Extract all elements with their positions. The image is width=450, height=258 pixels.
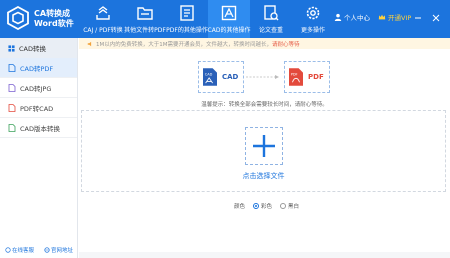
app-title: CA转换成 Word软件 bbox=[34, 9, 74, 29]
sidebar-header: CAD转换 bbox=[0, 38, 77, 58]
gear-icon bbox=[306, 6, 320, 20]
target-format-label: PDF bbox=[308, 73, 324, 81]
nav-label: PDF的其他操作 bbox=[166, 27, 208, 34]
pdf-file-icon: PDF bbox=[289, 68, 303, 86]
nav-label: CAD的其他操作 bbox=[207, 27, 251, 34]
app-logo-icon bbox=[6, 5, 30, 31]
color-radio-bw[interactable] bbox=[280, 203, 287, 209]
source-format-label: CAD bbox=[222, 73, 239, 81]
nav-label: 更多操作 bbox=[300, 27, 325, 34]
online-service-label: 在线客服 bbox=[11, 248, 34, 254]
sidebar-footer: 在线客服 官网地址 bbox=[0, 246, 78, 254]
folder-icon bbox=[137, 7, 153, 20]
color-option-bw-label[interactable]: 黑白 bbox=[288, 202, 299, 210]
headset-icon bbox=[5, 247, 11, 253]
sidebar-item-label: PDF转CAD bbox=[20, 104, 54, 113]
globe-icon bbox=[44, 247, 50, 253]
svg-text:CAD: CAD bbox=[205, 72, 213, 76]
file-drop-area[interactable]: 点击选择文件 bbox=[81, 110, 446, 192]
app-title-line2: Word软件 bbox=[34, 19, 74, 28]
pdf-file-icon bbox=[8, 103, 16, 112]
personal-center-link[interactable]: 个人中心 bbox=[334, 12, 370, 22]
sidebar-header-label: CAD转换 bbox=[19, 45, 46, 53]
cad-icon bbox=[221, 5, 237, 21]
app-title-line1: CA转换成 bbox=[34, 9, 71, 18]
svg-text:PDF: PDF bbox=[291, 72, 298, 76]
color-option-colored-label[interactable]: 彩色 bbox=[261, 202, 272, 210]
nav-more-ops[interactable]: 更多操作 bbox=[292, 0, 334, 38]
target-format-box: PDF PDF bbox=[284, 61, 330, 93]
notice-highlight: 请耐心等待 bbox=[272, 41, 300, 48]
file-icon bbox=[8, 63, 16, 72]
sidebar-item-label: CAD转JPG bbox=[20, 84, 52, 93]
version-icon bbox=[8, 123, 16, 132]
nav-caj-pdf-convert[interactable]: CAJ / PDF转换 bbox=[82, 0, 124, 38]
color-option-row: 颜色 彩色 黑白 bbox=[234, 202, 299, 210]
grid-icon bbox=[8, 44, 15, 52]
minimize-icon[interactable] bbox=[414, 14, 422, 22]
conversion-diagram: CAD CAD PDF PDF bbox=[198, 61, 330, 93]
select-file-button[interactable] bbox=[245, 127, 283, 165]
close-icon[interactable] bbox=[432, 14, 440, 22]
official-site-link[interactable]: 官网地址 bbox=[44, 246, 73, 254]
sidebar-item-cad-version-convert[interactable]: CAD版本转换 bbox=[0, 118, 77, 138]
cad-file-icon: CAD bbox=[203, 68, 217, 86]
vip-button[interactable]: 开通VIP bbox=[378, 12, 411, 22]
paper-check-icon bbox=[264, 5, 279, 21]
status-bar bbox=[79, 252, 450, 258]
user-area: 个人中心 开通VIP bbox=[334, 12, 411, 22]
sidebar: CAD转换 CAD转PDF CAD转JPG PDF转CAD CAD版本转换 在线… bbox=[0, 38, 78, 258]
official-site-label: 官网地址 bbox=[50, 248, 73, 254]
convert-icon bbox=[96, 6, 110, 20]
nav-other-to-pdf[interactable]: 其他文件转PDF bbox=[124, 0, 166, 38]
tip-text: 温馨提示：转换全部会需要较长时间，请耐心等待。 bbox=[201, 102, 328, 108]
title-bar: CA转换成 Word软件 CAJ / PDF转换 其他文件转PDF PDF的其他… bbox=[0, 0, 450, 38]
color-label: 颜色 bbox=[234, 204, 246, 210]
crown-icon bbox=[378, 14, 386, 20]
sidebar-item-pdf-to-cad[interactable]: PDF转CAD bbox=[0, 98, 77, 118]
color-radio-colored[interactable] bbox=[253, 203, 260, 209]
vip-label: 开通VIP bbox=[388, 14, 412, 22]
nav-pdf-other-ops[interactable]: PDF的其他操作 bbox=[166, 0, 208, 38]
notice-text: 1M以内的免费转换，大于1M需要开通会员，文件越大，转换时间越长， bbox=[96, 41, 272, 48]
sidebar-item-cad-to-pdf[interactable]: CAD转PDF bbox=[0, 58, 77, 78]
speaker-icon bbox=[87, 41, 92, 46]
source-format-box: CAD CAD bbox=[198, 61, 244, 93]
plus-icon bbox=[253, 135, 275, 157]
main-nav: CAJ / PDF转换 其他文件转PDF PDF的其他操作 CAD的其他操作 论… bbox=[82, 0, 334, 38]
user-icon bbox=[334, 13, 342, 21]
online-service-link[interactable]: 在线客服 bbox=[5, 246, 34, 254]
pdf-tools-icon bbox=[180, 5, 194, 21]
nav-label: 论文查重 bbox=[258, 27, 283, 34]
notice-bar: 1M以内的免费转换，大于1M需要开通会员，文件越大，转换时间越长， 请耐心等待 bbox=[79, 38, 450, 49]
sidebar-item-label: CAD版本转换 bbox=[20, 124, 60, 133]
image-file-icon bbox=[8, 83, 16, 92]
select-file-label[interactable]: 点击选择文件 bbox=[82, 171, 445, 181]
sidebar-item-cad-to-jpg[interactable]: CAD转JPG bbox=[0, 78, 77, 98]
nav-paper-check[interactable]: 论文查重 bbox=[250, 0, 292, 38]
nav-label: 其他文件转PDF bbox=[124, 27, 166, 34]
sidebar-item-label: CAD转PDF bbox=[20, 64, 54, 73]
personal-center-label: 个人中心 bbox=[344, 14, 370, 22]
arrow-right-icon bbox=[246, 75, 279, 79]
nav-cad-other-ops[interactable]: CAD的其他操作 bbox=[208, 0, 250, 38]
nav-label: CAJ / PDF转换 bbox=[83, 27, 123, 34]
